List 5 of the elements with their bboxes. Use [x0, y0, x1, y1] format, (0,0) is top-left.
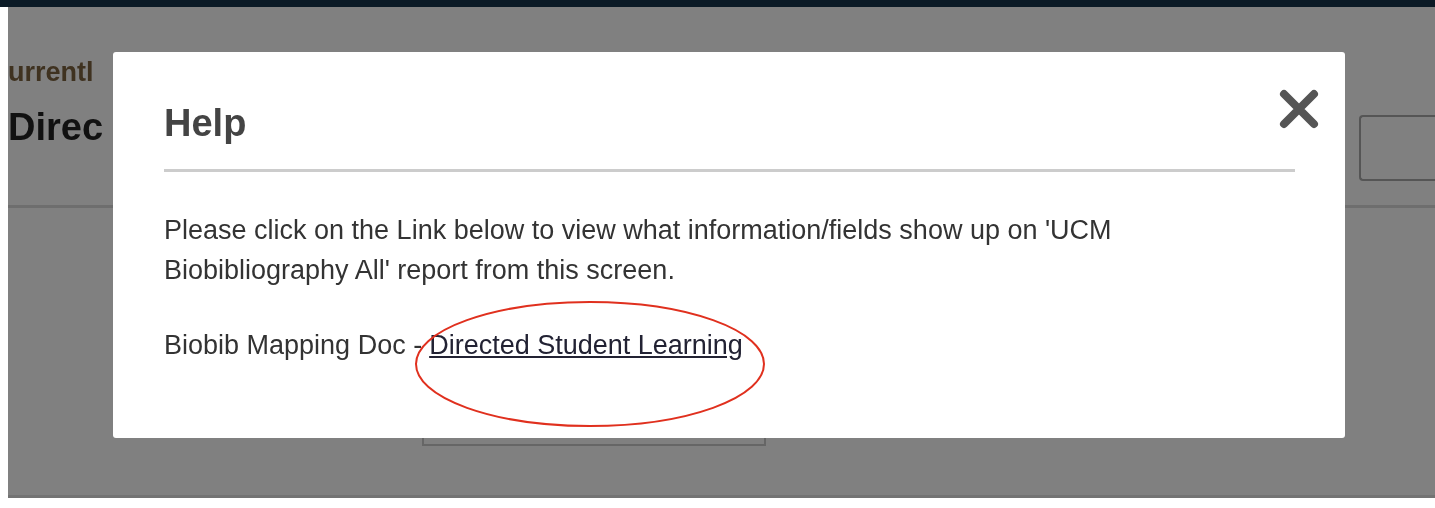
breadcrumb-text: urrentl: [8, 59, 95, 86]
doc-label: Biobib Mapping Doc -: [164, 329, 423, 362]
help-message: Please click on the Link below to view what information/fields show up on 'UCM Biobibliography All' report from this screen.: [164, 214, 1113, 287]
page-heading: Direc: [8, 108, 105, 146]
dialog-title: Help: [164, 104, 247, 142]
